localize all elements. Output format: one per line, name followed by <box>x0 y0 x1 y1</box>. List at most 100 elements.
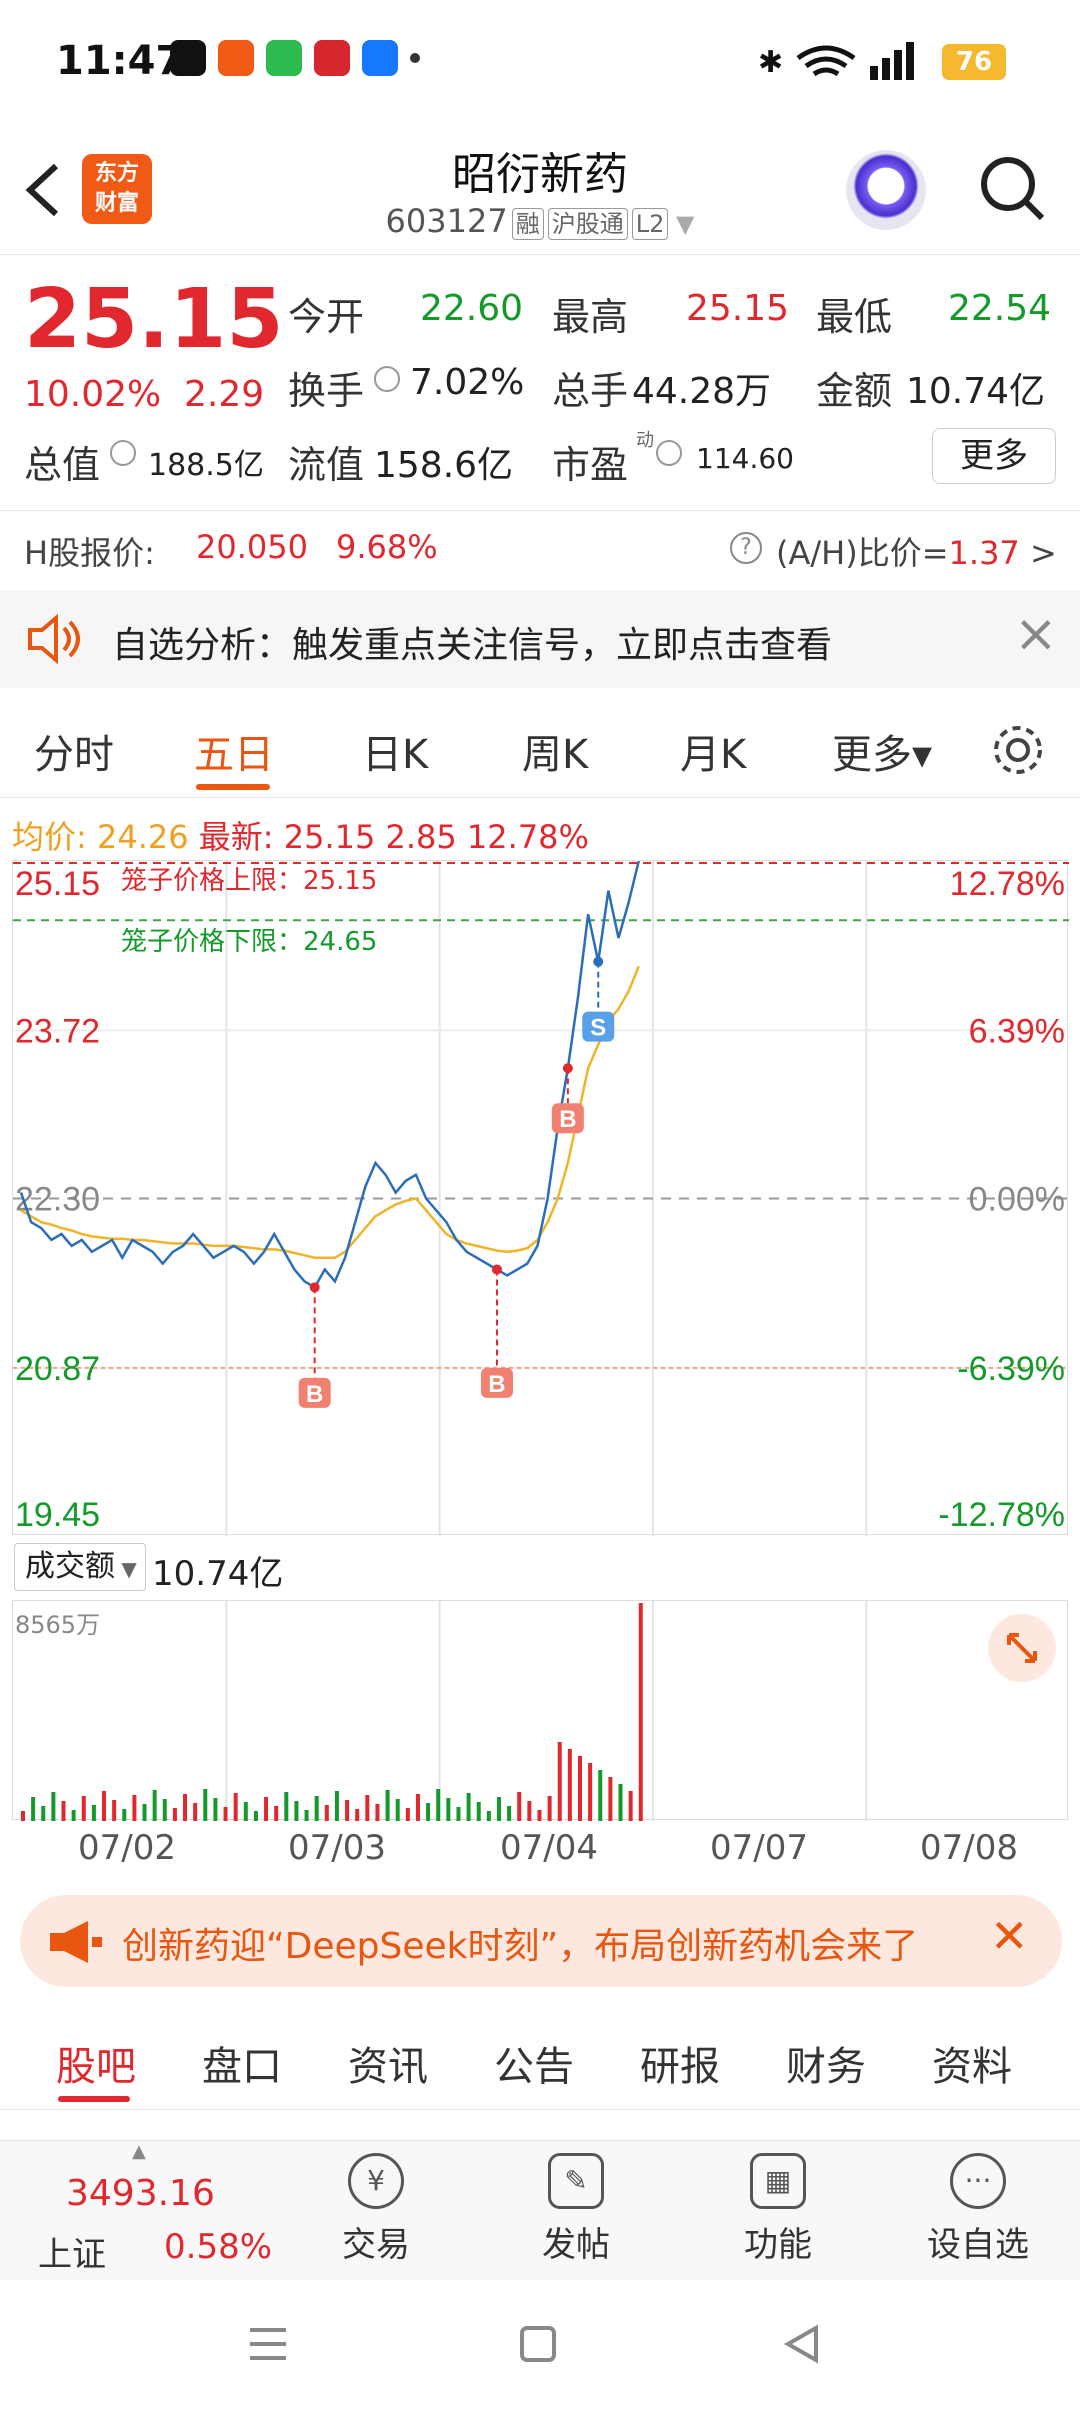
index-value[interactable]: 3493.16 <box>66 2173 215 2214</box>
nav-add-watchlist[interactable]: ··· 设自选 <box>908 2153 1048 2266</box>
tab-order-book[interactable]: 盘口 <box>202 2034 282 2092</box>
signal-label: S <box>590 1015 606 1042</box>
volume-bar <box>142 1804 147 1821</box>
back-nav-icon[interactable] <box>780 2322 824 2366</box>
help-icon[interactable]: ? <box>730 532 762 564</box>
info-icon[interactable] <box>656 440 682 466</box>
bottom-nav: ▲ 3493.16 上证 0.58% ¥ 交易 ✎ 发帖 ▦ 功能 ··· 设自选 <box>0 2140 1080 2280</box>
latest-label: 最新: <box>198 818 274 856</box>
volume-bar <box>243 1802 248 1821</box>
volume-bar <box>172 1808 177 1821</box>
tab-weekly-k[interactable]: 周K <box>522 722 588 780</box>
hshare-price: 20.050 <box>196 528 308 566</box>
promo-banner[interactable]: 创新药迎“DeepSeek时刻”，布局创新药机会来了 ✕ <box>20 1895 1062 1987</box>
l2-tag: L2 <box>631 208 669 240</box>
tab-five-day[interactable]: 五日 <box>194 722 274 780</box>
info-icon[interactable] <box>374 366 400 392</box>
volume-bar <box>284 1792 289 1821</box>
tab-news[interactable]: 资讯 <box>348 2034 428 2092</box>
volume-bar <box>486 1811 491 1821</box>
volume-bar <box>355 1809 360 1821</box>
last-price: 25.15 <box>24 272 284 367</box>
price-chart[interactable]: 25.15 12.78% 23.72 6.39% 22.30 0.00% 20.87 -6.3… <box>12 860 1069 1536</box>
volume-bar <box>557 1742 562 1821</box>
volume-bar <box>61 1801 66 1821</box>
chevron-up-icon[interactable]: ▲ <box>132 2141 146 2162</box>
volume-label: 成交额 <box>25 1549 115 1584</box>
signal-label: B <box>488 1371 505 1398</box>
signal-dot <box>491 1264 502 1275</box>
volume-bar <box>527 1801 532 1821</box>
tab-monthly-k[interactable]: 月K <box>680 722 746 780</box>
latest-pct: 12.78% <box>466 818 589 856</box>
more-button[interactable]: 更多 <box>932 428 1056 484</box>
volume-bar <box>476 1802 481 1821</box>
signal-icons: ✱ <box>758 42 914 80</box>
tab-profile[interactable]: 资料 <box>932 2034 1012 2092</box>
tab-guba[interactable]: 股吧 <box>56 2034 136 2092</box>
volume-bar <box>162 1799 167 1821</box>
volume-bar <box>132 1795 137 1821</box>
tab-daily-k[interactable]: 日K <box>362 722 428 780</box>
home-icon[interactable] <box>516 2322 560 2366</box>
grid-icon: ▦ <box>750 2153 806 2209</box>
volume-bar <box>466 1793 471 1821</box>
info-icon[interactable] <box>110 440 136 466</box>
index-pct: 0.58% <box>164 2227 273 2267</box>
volume-bar <box>517 1792 522 1821</box>
robot-assistant-avatar[interactable] <box>846 150 926 230</box>
tab-research[interactable]: 研报 <box>640 2034 720 2092</box>
margin-tag: 融 <box>511 208 544 240</box>
tab-announcements[interactable]: 公告 <box>494 2034 574 2092</box>
signal-dot <box>562 1063 573 1074</box>
close-icon[interactable]: × <box>1014 604 1058 664</box>
volume-bar <box>375 1804 380 1821</box>
signal-dot <box>593 956 604 967</box>
volume-bar <box>415 1794 420 1821</box>
wifi-icon <box>796 45 856 77</box>
volume-bar <box>496 1797 501 1821</box>
high-label: 最高 <box>552 295 629 339</box>
volume-bar <box>233 1793 238 1821</box>
volume-bar <box>628 1791 633 1821</box>
menu-icon[interactable] <box>246 2322 290 2366</box>
average-price-line <box>20 965 640 1259</box>
close-icon[interactable]: ✕ <box>990 1909 1029 1963</box>
tab-underline <box>58 2096 130 2102</box>
volume-bar <box>314 1796 319 1821</box>
expand-icon[interactable] <box>987 1613 1057 1683</box>
tab-financials[interactable]: 财务 <box>786 2034 866 2092</box>
divider <box>0 510 1080 511</box>
bluetooth-icon: ✱ <box>758 45 783 80</box>
nav-post[interactable]: ✎ 发帖 <box>506 2153 646 2266</box>
nav-functions[interactable]: ▦ 功能 <box>708 2153 848 2266</box>
volume-chart-svg <box>21 1601 868 1821</box>
tab-more[interactable]: 更多▾ <box>832 722 932 780</box>
ah-ratio-row[interactable]: (A/H)比价=1.37 > <box>776 528 1057 574</box>
date-label: 07/03 <box>288 1828 386 1868</box>
connect-tag: 沪股通 <box>547 208 628 240</box>
nav-label: 功能 <box>744 2225 812 2265</box>
amount-value: 10.74亿 <box>906 371 1046 412</box>
date-label: 07/07 <box>710 1828 808 1868</box>
volume-chart[interactable]: 8565万 <box>12 1600 1068 1821</box>
tab-underline <box>196 784 270 790</box>
tab-intraday[interactable]: 分时 <box>34 722 114 780</box>
volume-bar <box>21 1811 25 1821</box>
volume-bar <box>294 1801 299 1821</box>
volume-bar <box>547 1796 552 1821</box>
index-name: 上证 <box>38 2235 106 2275</box>
nav-trade[interactable]: ¥ 交易 <box>306 2153 446 2266</box>
price-tick: 23.72 <box>15 1012 100 1050</box>
alert-banner[interactable]: 自选分析：触发重点关注信号，立即点击查看 × <box>0 590 1080 688</box>
notification-icons <box>170 40 420 76</box>
volume-selector[interactable]: 成交额 ▼ <box>14 1543 146 1591</box>
chart-info: 均价: 24.26 最新: 25.15 2.85 12.78% <box>12 812 589 858</box>
gear-icon[interactable] <box>990 722 1046 778</box>
volume-bar <box>71 1810 76 1821</box>
banner-text: 自选分析：触发重点关注信号，立即点击查看 <box>112 625 833 666</box>
volume-amount: 10.74亿 <box>152 1554 284 1594</box>
volume-bar <box>588 1763 593 1821</box>
search-icon[interactable] <box>976 152 1048 224</box>
content-tabs: 股吧 盘口 资讯 公告 研报 财务 资料 <box>0 2008 1080 2110</box>
